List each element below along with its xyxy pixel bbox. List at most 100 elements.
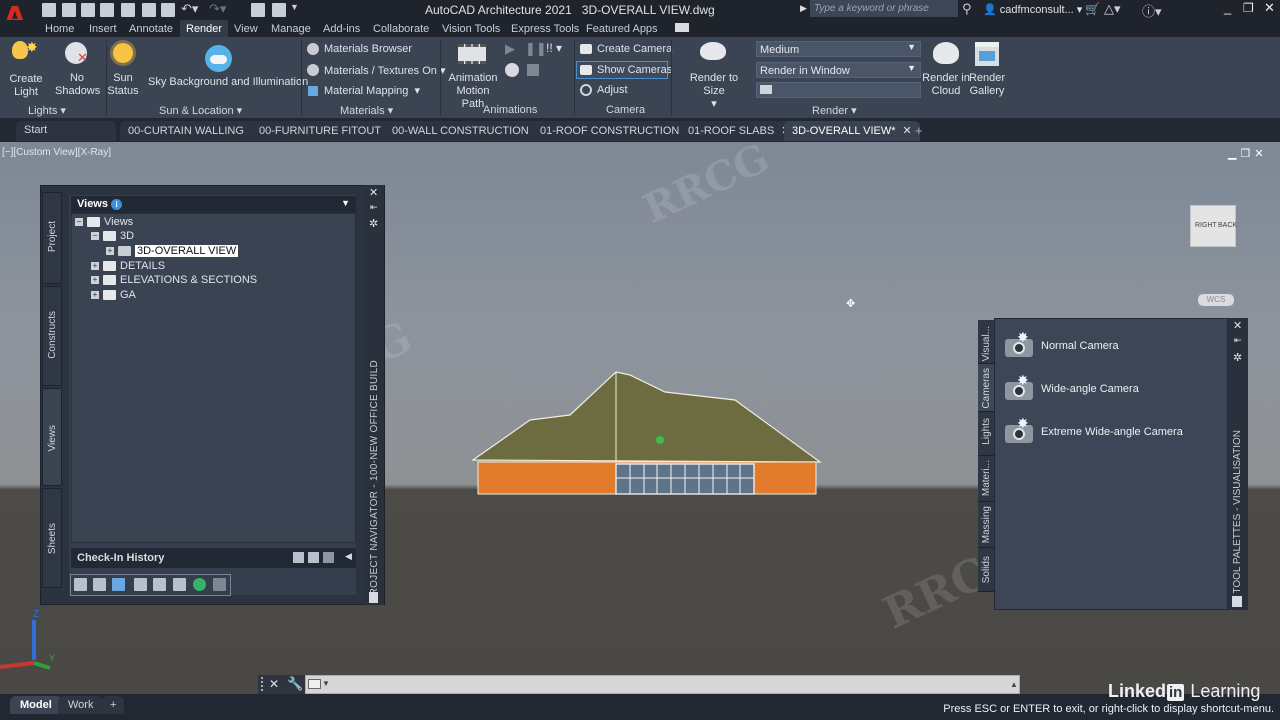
tab-collaborate[interactable]: Collaborate	[367, 22, 435, 36]
material-mapping-button[interactable]: Material Mapping ▾	[324, 84, 420, 97]
wcs-menu[interactable]: WCS	[1198, 294, 1234, 306]
close-tab-icon[interactable]: ✕	[903, 125, 912, 137]
tab-add-ins[interactable]: Add-ins	[317, 22, 366, 36]
settings-icon[interactable]	[323, 552, 334, 563]
file-tab[interactable]: 01-ROOF CONSTRUCTION✕	[532, 121, 704, 141]
adjust-button[interactable]: Adjust	[597, 84, 628, 96]
no-shadows-button[interactable]: No Shadows	[55, 72, 100, 98]
tree-item[interactable]: − 3D	[91, 230, 134, 242]
expand-icon[interactable]: +	[106, 247, 114, 256]
render-gallery-icon[interactable]	[975, 42, 999, 66]
render-panel-label[interactable]: Render ▾	[812, 104, 857, 117]
customize-wrench-icon[interactable]: 🔧	[287, 676, 303, 692]
chevron-down-icon[interactable]: ▼	[341, 198, 350, 208]
walk-icon[interactable]: !! ▾	[546, 41, 562, 55]
viewcube[interactable]: RIGHT BACK	[1190, 205, 1237, 247]
materials-textures-button[interactable]: Materials / Textures On ▾	[324, 64, 445, 77]
collapse-arrow-icon[interactable]: ◀	[345, 551, 352, 562]
pnav-tab-views[interactable]: Views	[42, 388, 62, 486]
create-light-icon[interactable]: ✸	[12, 39, 38, 67]
grip-handle[interactable]	[261, 677, 265, 691]
tab-vision-tools[interactable]: Vision Tools	[436, 22, 506, 36]
open-icon[interactable]	[62, 3, 76, 17]
pause-icon[interactable]: ❚❚	[525, 41, 547, 57]
add-view-icon[interactable]	[74, 578, 87, 591]
sun-status-button[interactable]: Sun Status	[106, 72, 140, 98]
publish-icon[interactable]	[121, 3, 135, 17]
sun-icon[interactable]	[113, 43, 133, 63]
tab-manage[interactable]: Manage	[265, 22, 317, 36]
command-history-up-icon[interactable]: ▲	[1010, 680, 1018, 689]
search-icon[interactable]: ⚲	[962, 1, 972, 17]
teapot-icon[interactable]	[700, 42, 726, 60]
render-to-size-button[interactable]: Render to Size ▾	[680, 72, 748, 111]
tab-render[interactable]: Render	[180, 20, 229, 37]
tab-express-tools[interactable]: Express Tools	[505, 22, 585, 36]
record-icon[interactable]	[505, 63, 519, 77]
collapse-icon[interactable]: −	[91, 232, 99, 241]
tab-home[interactable]: Home	[39, 22, 80, 36]
render-target-select[interactable]: Render in Window ▼	[756, 62, 921, 78]
minimize-button[interactable]: _	[1224, 0, 1231, 15]
viewport-window-controls[interactable]: ▁❐✕	[1228, 147, 1268, 160]
views-header[interactable]: Views i ▼	[71, 196, 356, 213]
table-icon[interactable]	[173, 578, 186, 591]
cloud-icon[interactable]	[142, 3, 156, 17]
save-icon[interactable]	[81, 3, 95, 17]
properties-icon[interactable]	[272, 3, 286, 17]
undo-icon[interactable]: ↶▾	[181, 1, 198, 17]
viewcube-back-face[interactable]: BACK	[1218, 222, 1237, 229]
collapse-icon[interactable]: −	[75, 218, 83, 227]
cart-icon[interactable]: 🛒	[1085, 2, 1100, 16]
viewcube-right-face[interactable]: RIGHT	[1195, 222, 1217, 229]
sky-background-icon[interactable]	[205, 45, 232, 72]
layout-tab-model[interactable]: Model	[10, 696, 62, 714]
no-shadows-icon[interactable]: ✕	[65, 42, 88, 65]
plot-icon[interactable]	[161, 3, 175, 17]
history-icon[interactable]	[293, 552, 304, 563]
expand-icon[interactable]: +	[91, 291, 99, 300]
chevron-down-icon[interactable]: ▼	[322, 679, 330, 688]
tree-item[interactable]: + DETAILS	[91, 260, 165, 272]
restore-button[interactable]: ❐	[1243, 1, 1254, 15]
close-palette-icon[interactable]: ✕	[369, 186, 378, 199]
render-in-cloud-icon[interactable]	[933, 42, 959, 64]
edit-icon[interactable]	[153, 578, 166, 591]
render-quality-select[interactable]: Medium ▼	[756, 41, 921, 57]
new-tab-button[interactable]: +	[915, 123, 923, 138]
file-tab[interactable]: 00-FURNITURE FITOUT✕	[251, 121, 406, 141]
add-layout-button[interactable]: +	[102, 696, 125, 714]
materials-browser-button[interactable]: Materials Browser	[324, 43, 412, 55]
tab-view[interactable]: View	[228, 22, 264, 36]
palette-properties-icon[interactable]: ✲	[369, 217, 378, 230]
search-expand-icon[interactable]: ▶	[800, 3, 807, 14]
redo-icon[interactable]: ↷▾	[209, 1, 226, 17]
materials-panel-label[interactable]: Materials ▾	[340, 104, 393, 117]
render-gallery-button[interactable]: Render Gallery	[967, 72, 1007, 98]
recent-commands-icon[interactable]	[308, 679, 321, 689]
sky-background-button[interactable]: Sky Background and Illumination	[148, 76, 308, 88]
normal-camera-tool[interactable]: ✸ Normal Camera	[1003, 329, 1119, 359]
tree-item[interactable]: − Views	[75, 216, 133, 228]
user-account[interactable]: 👤 cadfmconsult... ▾	[983, 3, 1082, 16]
play-icon[interactable]: ▶	[505, 41, 515, 57]
save-as-icon[interactable]	[100, 3, 114, 17]
layout-tab-work[interactable]: Work	[58, 696, 104, 714]
regenerate-icon[interactable]	[93, 578, 106, 591]
properties-icon[interactable]	[134, 578, 147, 591]
customize-qat-icon[interactable]: ▼	[290, 2, 299, 12]
palette-menu-icon[interactable]	[1232, 596, 1242, 607]
document-icon[interactable]	[308, 552, 319, 563]
file-tab-start[interactable]: Start	[16, 121, 116, 141]
checkin-history-header[interactable]: Check-In History ◀	[71, 548, 356, 568]
ribbon-state-icon[interactable]	[675, 23, 689, 32]
reports-icon[interactable]	[213, 578, 226, 591]
repath-icon[interactable]	[112, 578, 125, 591]
palette-properties-icon[interactable]: ✲	[1233, 351, 1242, 364]
command-input[interactable]	[305, 675, 1020, 694]
auto-hide-icon[interactable]: ⇤	[1234, 335, 1242, 346]
tree-item-selected[interactable]: +3D-OVERALL VIEW	[106, 245, 239, 257]
tab-insert[interactable]: Insert	[83, 22, 123, 36]
new-icon[interactable]	[42, 3, 56, 17]
pnav-tab-constructs[interactable]: Constructs	[42, 286, 62, 386]
